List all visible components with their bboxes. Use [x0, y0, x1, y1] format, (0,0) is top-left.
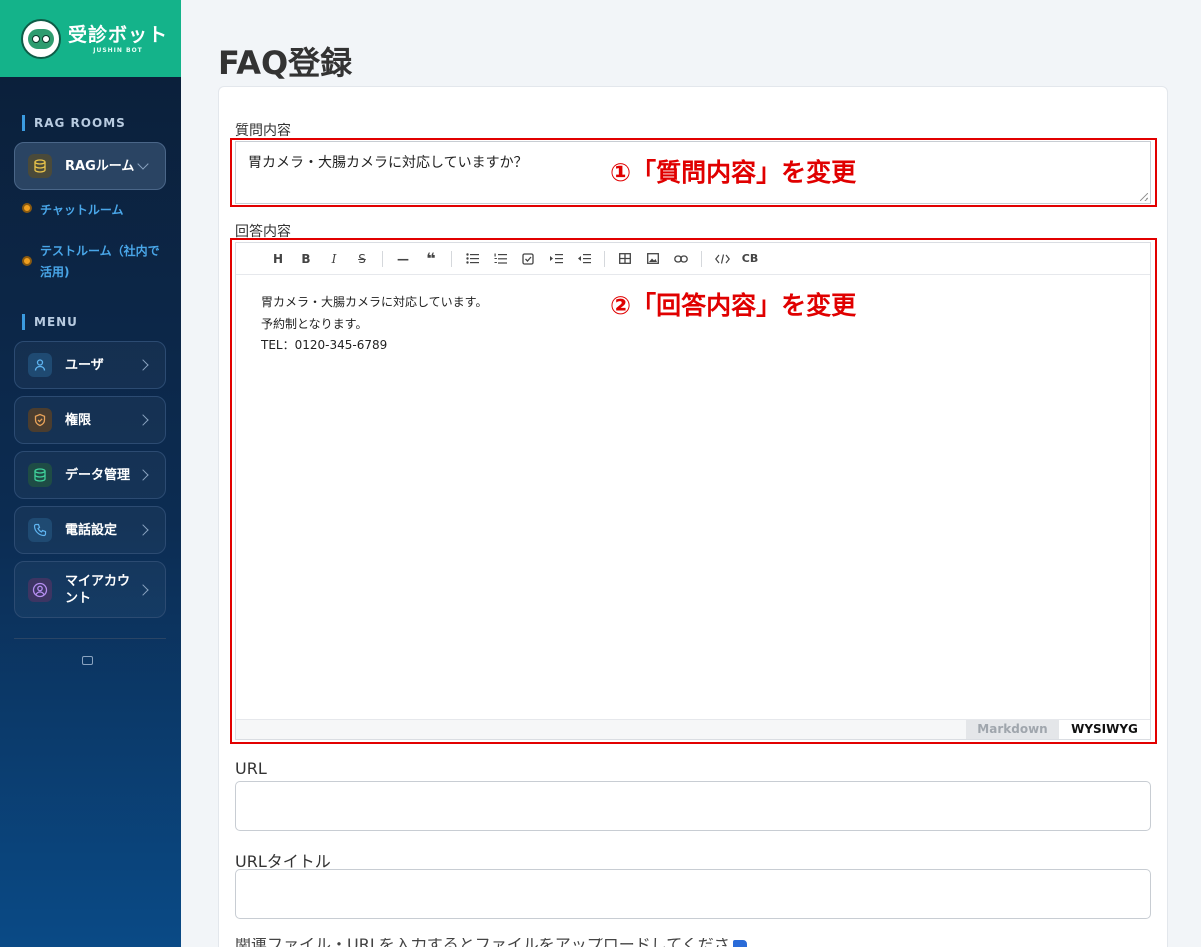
- file-icon[interactable]: [733, 940, 747, 947]
- nav-label: RAGルーム: [65, 158, 135, 174]
- annotation-question: ①「質問内容」を変更: [610, 158, 857, 187]
- nav-label: マイアカウント: [65, 573, 131, 606]
- url-title-input[interactable]: [235, 869, 1151, 919]
- sub-item-label: チャットルーム: [40, 203, 124, 217]
- sub-item-chat-room[interactable]: チャットルーム: [22, 200, 124, 221]
- chevron-right-icon: [137, 469, 149, 481]
- database-icon: [28, 154, 52, 178]
- section-title-rag: RAG ROOMS: [22, 115, 126, 131]
- nav-my-account[interactable]: マイアカウント: [14, 561, 166, 618]
- chevron-right-icon: [137, 524, 149, 536]
- nav-label: データ管理: [65, 467, 131, 483]
- page-title: FAQ登録: [218, 44, 353, 82]
- brand-name: 受診ボット: [68, 23, 169, 46]
- phone-icon: [28, 518, 52, 542]
- related-file-label: 関連ファイル・URLを入力するとファイルをアップロードしてください。: [235, 938, 735, 947]
- chevron-right-icon: [137, 583, 149, 596]
- status-dot-icon: [22, 203, 32, 213]
- account-icon: [28, 577, 52, 602]
- status-dot-icon: [22, 256, 32, 266]
- nav-permissions[interactable]: 権限: [14, 396, 166, 444]
- sidebar-divider: [14, 638, 166, 639]
- nav-rag-room[interactable]: RAGルーム: [14, 142, 166, 190]
- nav-phone-settings[interactable]: 電話設定: [14, 506, 166, 554]
- nav-label: 電話設定: [65, 522, 118, 538]
- robot-logo-icon: [21, 18, 61, 59]
- question-label: 質問内容: [235, 123, 291, 139]
- nav-label: ユーザ: [65, 357, 104, 373]
- brand-subtitle: JUSHIN BOT: [93, 46, 143, 54]
- url-label: URL: [235, 759, 267, 778]
- collapse-sidebar-icon[interactable]: [82, 656, 93, 665]
- sidebar: 受診ボット JUSHIN BOT RAG ROOMS RAGルーム チャットルー…: [0, 0, 181, 947]
- user-icon: [28, 353, 52, 377]
- chevron-right-icon: [137, 359, 149, 371]
- nav-label: 権限: [65, 412, 92, 428]
- shield-icon: [28, 408, 52, 432]
- database-icon: [28, 463, 52, 487]
- brand-header[interactable]: 受診ボット JUSHIN BOT: [0, 0, 181, 77]
- url-input[interactable]: [235, 781, 1151, 831]
- sub-item-label: テストルーム（社内で活用): [40, 244, 160, 279]
- nav-data-management[interactable]: データ管理: [14, 451, 166, 499]
- related-file-label-text: 関連ファイル・URLを入力するとファイルをアップロードしてください。: [235, 938, 735, 947]
- chevron-right-icon: [137, 414, 149, 426]
- nav-users[interactable]: ユーザ: [14, 341, 166, 389]
- annotation-answer: ②「回答内容」を変更: [610, 291, 857, 320]
- sub-item-test-room[interactable]: テストルーム（社内で活用): [22, 241, 162, 283]
- section-title-menu: MENU: [22, 314, 78, 330]
- chevron-down-icon: [137, 158, 149, 170]
